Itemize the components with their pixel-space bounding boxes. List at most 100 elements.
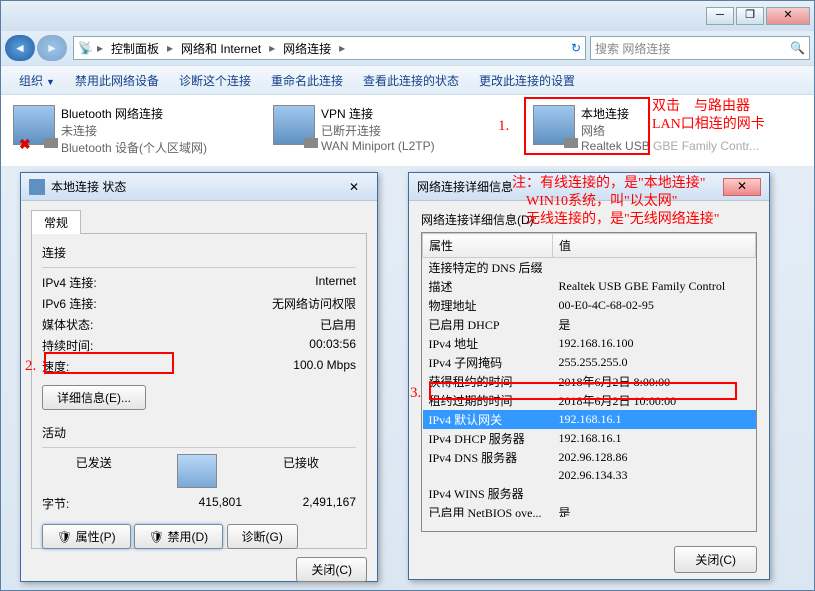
property-cell: 已启用 DHCP bbox=[423, 315, 553, 334]
breadcrumb[interactable]: 网络和 Internet bbox=[177, 38, 265, 59]
table-row[interactable]: 连接特定的 DNS 后缀 bbox=[423, 258, 756, 278]
search-icon: 🔍 bbox=[790, 41, 805, 55]
value: 已启用 bbox=[320, 316, 356, 333]
chevron-down-icon: ▼ bbox=[46, 77, 55, 87]
table-row[interactable]: IPv4 DHCP 服务器192.168.16.1 bbox=[423, 429, 756, 448]
connection-status: 未连接 bbox=[61, 122, 207, 139]
connection-name: Bluetooth 网络连接 bbox=[61, 105, 207, 122]
forward-button[interactable]: ► bbox=[37, 35, 67, 61]
back-button[interactable]: ◄ bbox=[5, 35, 35, 61]
col-value[interactable]: 值 bbox=[553, 234, 756, 258]
details-button[interactable]: 详细信息(E)... bbox=[42, 385, 146, 410]
status-icon bbox=[29, 179, 45, 195]
value-cell: 192.168.16.100 bbox=[553, 334, 756, 353]
dialog-title: 网络连接详细信息 bbox=[417, 178, 513, 195]
search-placeholder: 搜索 网络连接 bbox=[595, 40, 670, 57]
details-dialog: 网络连接详细信息 ✕ 网络连接详细信息(D): 属性值 连接特定的 DNS 后缀… bbox=[408, 172, 770, 580]
toolbar-diagnose[interactable]: 诊断这个连接 bbox=[169, 68, 261, 93]
close-button[interactable]: ✕ bbox=[723, 178, 761, 196]
close-icon[interactable]: ✕ bbox=[339, 180, 369, 194]
section-activity: 活动 bbox=[42, 424, 356, 441]
property-cell: 已启用 NetBIOS ove... bbox=[423, 503, 553, 517]
connection-item[interactable]: VPN 连接 已断开连接 WAN Miniport (L2TP) bbox=[273, 105, 513, 156]
property-cell: IPv4 DNS 服务器 bbox=[423, 448, 553, 467]
property-cell: IPv4 地址 bbox=[423, 334, 553, 353]
close-button[interactable]: ✕ bbox=[766, 7, 810, 25]
toolbar: 组织▼ 禁用此网络设备 诊断这个连接 重命名此连接 查看此连接的状态 更改此连接… bbox=[1, 65, 814, 95]
breadcrumb[interactable]: 网络连接 bbox=[279, 38, 335, 59]
value-cell bbox=[553, 258, 756, 278]
toolbar-status[interactable]: 查看此连接的状态 bbox=[353, 68, 469, 93]
connection-name: VPN 连接 bbox=[321, 105, 435, 122]
chevron-right-icon: ▸ bbox=[339, 41, 345, 55]
value-cell: 00-E0-4C-68-02-95 bbox=[553, 296, 756, 315]
label: IPv4 连接: bbox=[42, 274, 152, 291]
table-row[interactable]: IPv4 默认网关192.168.16.1 bbox=[423, 410, 756, 429]
value-cell: 是 bbox=[553, 315, 756, 334]
section-connection: 连接 bbox=[42, 244, 356, 261]
chevron-right-icon: ▸ bbox=[269, 41, 275, 55]
vpn-icon bbox=[273, 105, 315, 145]
dialog-titlebar: 本地连接 状态 ✕ bbox=[21, 173, 377, 201]
highlight-box bbox=[524, 97, 650, 155]
annotation-text: 双击 与路由器 LAN口相连的网卡 bbox=[652, 98, 765, 134]
label: IPv6 连接: bbox=[42, 295, 152, 312]
value-cell: 255.255.255.0 bbox=[553, 353, 756, 372]
property-cell: IPv4 DHCP 服务器 bbox=[423, 429, 553, 448]
toolbar-disable[interactable]: 禁用此网络设备 bbox=[65, 68, 169, 93]
activity-icon bbox=[177, 454, 217, 488]
label: 媒体状态: bbox=[42, 316, 152, 333]
table-row[interactable]: 202.96.134.33 bbox=[423, 467, 756, 484]
diagnose-button[interactable]: 诊断(G) bbox=[227, 524, 298, 549]
table-row[interactable]: 物理地址00-E0-4C-68-02-95 bbox=[423, 296, 756, 315]
table-row[interactable]: 已启用 NetBIOS ove...是 bbox=[423, 503, 756, 517]
table-row[interactable]: 描述Realtek USB GBE Family Control bbox=[423, 277, 756, 296]
close-button[interactable]: 关闭(C) bbox=[674, 546, 757, 573]
property-cell: 连接特定的 DNS 后缀 bbox=[423, 258, 553, 278]
highlight-box bbox=[429, 382, 737, 400]
address-bar: ◄ ► 📡 ▸ 控制面板 ▸ 网络和 Internet ▸ 网络连接 ▸ ↻ 搜… bbox=[1, 31, 814, 65]
property-cell: IPv4 默认网关 bbox=[423, 410, 553, 429]
toolbar-rename[interactable]: 重命名此连接 bbox=[261, 68, 353, 93]
toolbar-organize[interactable]: 组织▼ bbox=[9, 68, 65, 93]
table-row[interactable]: IPv4 子网掩码255.255.255.0 bbox=[423, 353, 756, 372]
value-cell: Realtek USB GBE Family Control bbox=[553, 277, 756, 296]
details-table: 属性值 连接特定的 DNS 后缀描述Realtek USB GBE Family… bbox=[422, 233, 756, 517]
value-cell: 202.96.128.86 bbox=[553, 448, 756, 467]
bytes-label: 字节: bbox=[42, 495, 152, 512]
value-cell bbox=[553, 484, 756, 503]
refresh-icon[interactable]: ↻ bbox=[571, 41, 581, 55]
connection-status: 已断开连接 bbox=[321, 122, 435, 139]
network-folder-icon: 📡 bbox=[78, 41, 93, 55]
table-row[interactable]: IPv4 WINS 服务器 bbox=[423, 484, 756, 503]
annotation-number: 3. bbox=[410, 385, 421, 402]
tab-general[interactable]: 常规 bbox=[31, 210, 81, 234]
dialog-title: 本地连接 状态 bbox=[51, 178, 126, 195]
properties-button[interactable]: 🛡 属性(P) bbox=[42, 524, 131, 549]
chevron-right-icon: ▸ bbox=[97, 41, 103, 55]
maximize-button[interactable]: ❐ bbox=[736, 7, 764, 25]
status-dialog: 本地连接 状态 ✕ 常规 连接 IPv4 连接:Internet IPv6 连接… bbox=[20, 172, 378, 582]
sent-label: 已发送 bbox=[42, 454, 146, 491]
table-row[interactable]: 已启用 DHCP是 bbox=[423, 315, 756, 334]
toolbar-change[interactable]: 更改此连接的设置 bbox=[469, 68, 585, 93]
connection-item[interactable]: Bluetooth 网络连接 未连接 Bluetooth 设备(个人区域网) bbox=[13, 105, 253, 156]
table-row[interactable]: IPv4 地址192.168.16.100 bbox=[423, 334, 756, 353]
property-cell: IPv4 WINS 服务器 bbox=[423, 484, 553, 503]
disable-button[interactable]: 🛡 禁用(D) bbox=[134, 524, 223, 549]
value-cell: 192.168.16.1 bbox=[553, 429, 756, 448]
search-input[interactable]: 搜索 网络连接 🔍 bbox=[590, 36, 810, 60]
annotation-number: 2. bbox=[25, 358, 36, 375]
recv-label: 已接收 bbox=[249, 454, 353, 491]
breadcrumb[interactable]: 控制面板 bbox=[107, 38, 163, 59]
chevron-right-icon: ▸ bbox=[167, 41, 173, 55]
error-x-icon: ✖ bbox=[19, 136, 31, 153]
close-button[interactable]: 关闭(C) bbox=[296, 557, 367, 582]
value: 无网络访问权限 bbox=[272, 295, 356, 312]
value: 100.0 Mbps bbox=[293, 358, 356, 375]
minimize-button[interactable]: ─ bbox=[706, 7, 734, 25]
table-row[interactable]: IPv4 DNS 服务器202.96.128.86 bbox=[423, 448, 756, 467]
col-property[interactable]: 属性 bbox=[423, 234, 553, 258]
value-cell: 是 bbox=[553, 503, 756, 517]
breadcrumb-box[interactable]: 📡 ▸ 控制面板 ▸ 网络和 Internet ▸ 网络连接 ▸ ↻ bbox=[73, 36, 586, 60]
